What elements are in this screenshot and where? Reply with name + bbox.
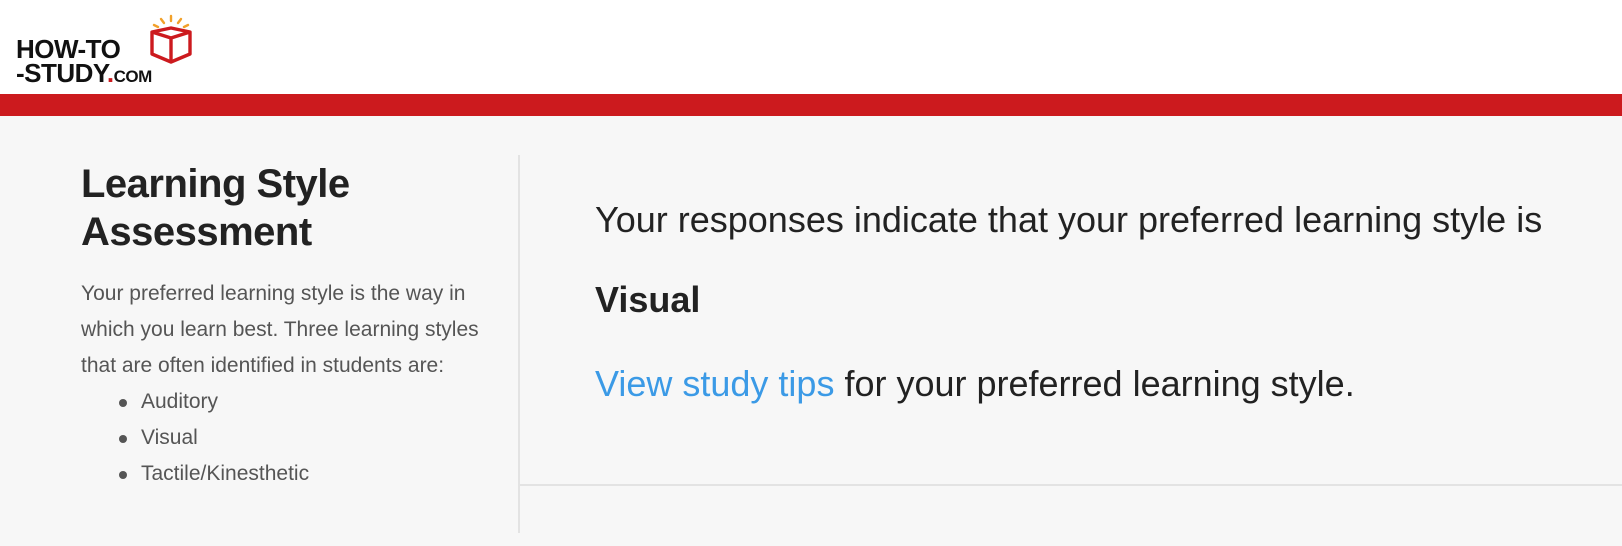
bullet-icon: [119, 471, 127, 479]
sidebar: Learning Style Assessment Your preferred…: [81, 160, 481, 492]
list-item: Tactile/Kinesthetic: [119, 456, 481, 492]
study-tips-suffix: for your preferred learning style.: [834, 363, 1355, 404]
page-title: Learning Style Assessment: [81, 162, 350, 254]
brand-red-bar: [0, 94, 1622, 116]
logo-text-study: -STUDY: [16, 58, 107, 88]
site-logo[interactable]: HOW-TO -STUDY.COM: [14, 14, 194, 86]
list-item: Visual: [119, 420, 481, 456]
list-item-label: Auditory: [141, 390, 219, 413]
result-panel: Your responses indicate that your prefer…: [595, 196, 1595, 408]
logo-text-line2: -STUDY.COM: [16, 60, 152, 90]
list-item-label: Visual: [141, 426, 198, 449]
bullet-icon: [119, 435, 127, 443]
site-header: HOW-TO -STUDY.COM: [0, 0, 1622, 94]
result-style-value: Visual: [595, 279, 701, 320]
vertical-divider: [518, 155, 520, 533]
logo-text-com: COM: [113, 67, 153, 86]
bullet-icon: [119, 399, 127, 407]
list-item-label: Tactile/Kinesthetic: [141, 462, 310, 485]
study-tips-line: View study tips for your preferred learn…: [595, 360, 1595, 408]
learning-styles-list: Auditory Visual Tactile/Kinesthetic: [81, 384, 481, 492]
logo-text-dot: .: [106, 58, 114, 88]
list-item: Auditory: [119, 384, 481, 420]
sidebar-description: Your preferred learning style is the way…: [81, 282, 479, 377]
result-intro-text: Your responses indicate that your prefer…: [595, 199, 1543, 240]
horizontal-divider: [520, 484, 1622, 486]
book-sun-icon: [150, 14, 192, 64]
view-study-tips-link[interactable]: View study tips: [595, 363, 834, 404]
